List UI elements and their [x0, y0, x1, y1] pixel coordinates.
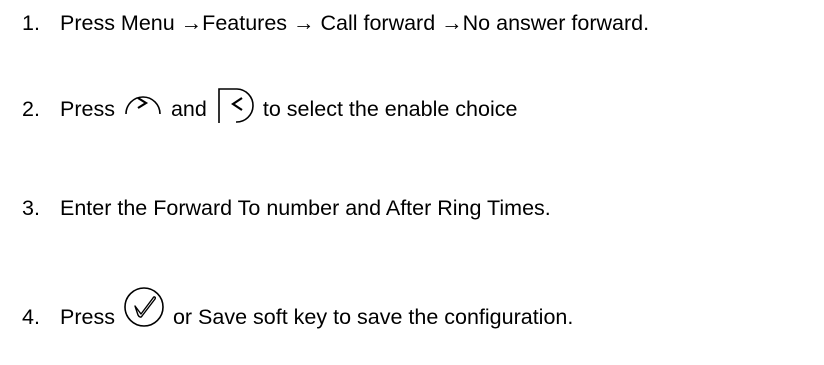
- step-connector: and: [170, 97, 207, 121]
- step-prefix: Press: [60, 97, 115, 121]
- step-number: 4.: [22, 305, 40, 329]
- right-navigation-key-icon: [123, 88, 163, 120]
- step-2: 2. Press and to select the enable choice: [22, 88, 518, 125]
- step-suffix: or Save soft key to save the configurati…: [172, 305, 574, 329]
- step-3: 3. Enter the Forward To number and After…: [22, 195, 551, 221]
- step-4: 4. Press or Save soft key to save the co…: [22, 287, 574, 330]
- step-text: Press Menu →Features → Call forward →No …: [60, 11, 650, 35]
- step-number: 1.: [22, 11, 40, 35]
- step-1: 1. Press Menu →Features → Call forward →…: [22, 10, 649, 36]
- step-number: 3.: [22, 196, 40, 220]
- step-suffix: to select the enable choice: [262, 97, 518, 121]
- step-number: 2.: [22, 97, 40, 121]
- left-navigation-key-icon: [215, 85, 255, 125]
- ok-key-icon: [123, 286, 165, 328]
- step-text: Enter the Forward To number and After Ri…: [60, 196, 551, 220]
- step-prefix: Press: [60, 305, 115, 329]
